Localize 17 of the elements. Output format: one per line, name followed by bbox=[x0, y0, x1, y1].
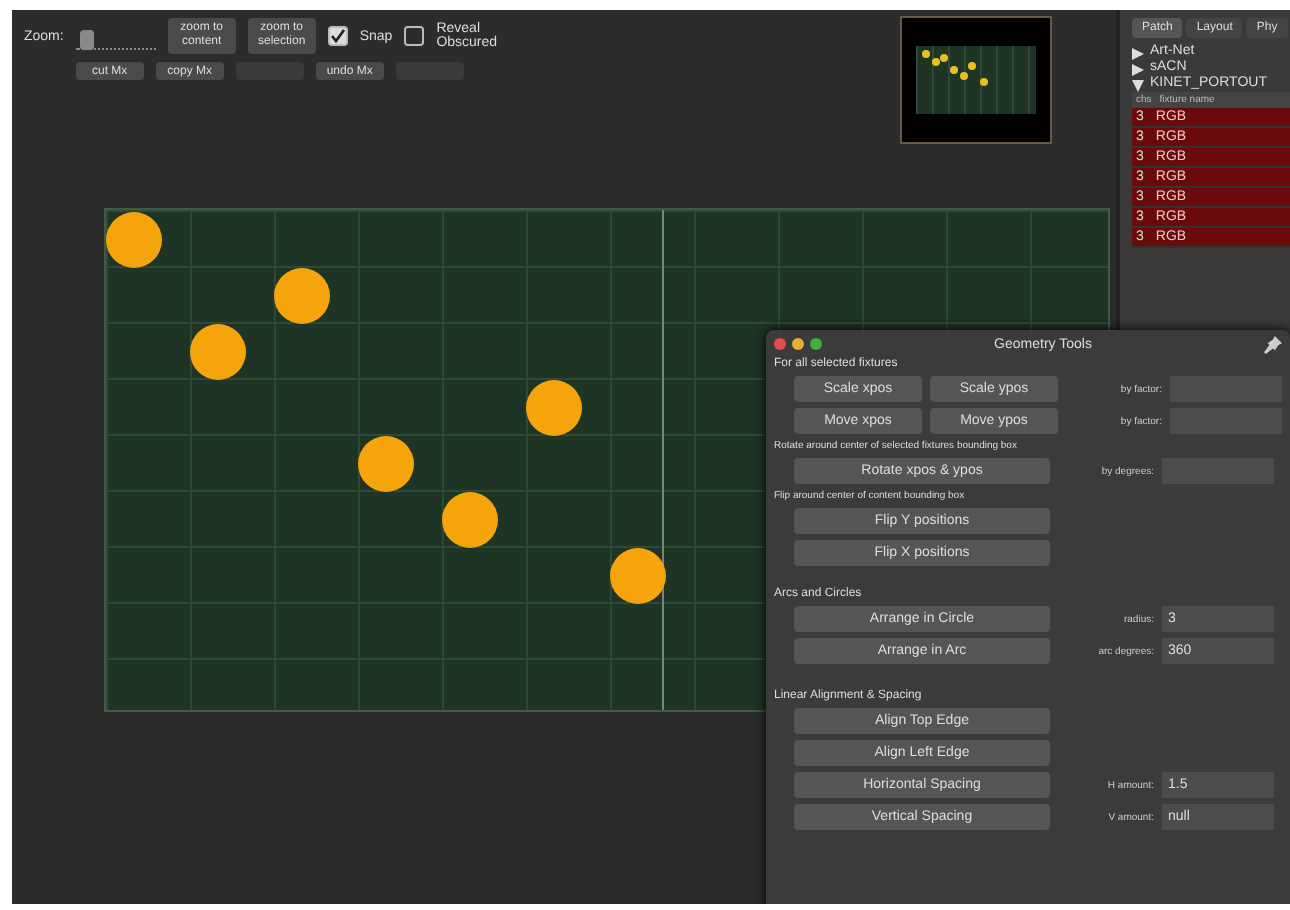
fixture-dot[interactable] bbox=[190, 324, 246, 380]
right-triangle-icon[interactable] bbox=[1132, 64, 1144, 76]
zoom-slider[interactable] bbox=[75, 35, 156, 49]
checkbox[interactable] bbox=[327, 26, 348, 46]
down-triangle-icon[interactable] bbox=[1132, 80, 1144, 92]
fixture-dot[interactable] bbox=[610, 548, 666, 604]
slider-thumb[interactable] bbox=[79, 29, 94, 49]
fixture-dot[interactable] bbox=[442, 492, 498, 548]
fixture-dot[interactable] bbox=[274, 268, 330, 324]
fixture-dot[interactable] bbox=[106, 212, 162, 268]
checkbox[interactable] bbox=[404, 26, 425, 46]
right-triangle-icon[interactable] bbox=[1132, 48, 1144, 60]
minimap[interactable] bbox=[900, 16, 1052, 144]
fixture-dot[interactable] bbox=[358, 436, 414, 492]
pin-icon[interactable] bbox=[1263, 335, 1282, 353]
fixture-dot[interactable] bbox=[526, 380, 582, 436]
minimap-dot bbox=[980, 78, 988, 86]
